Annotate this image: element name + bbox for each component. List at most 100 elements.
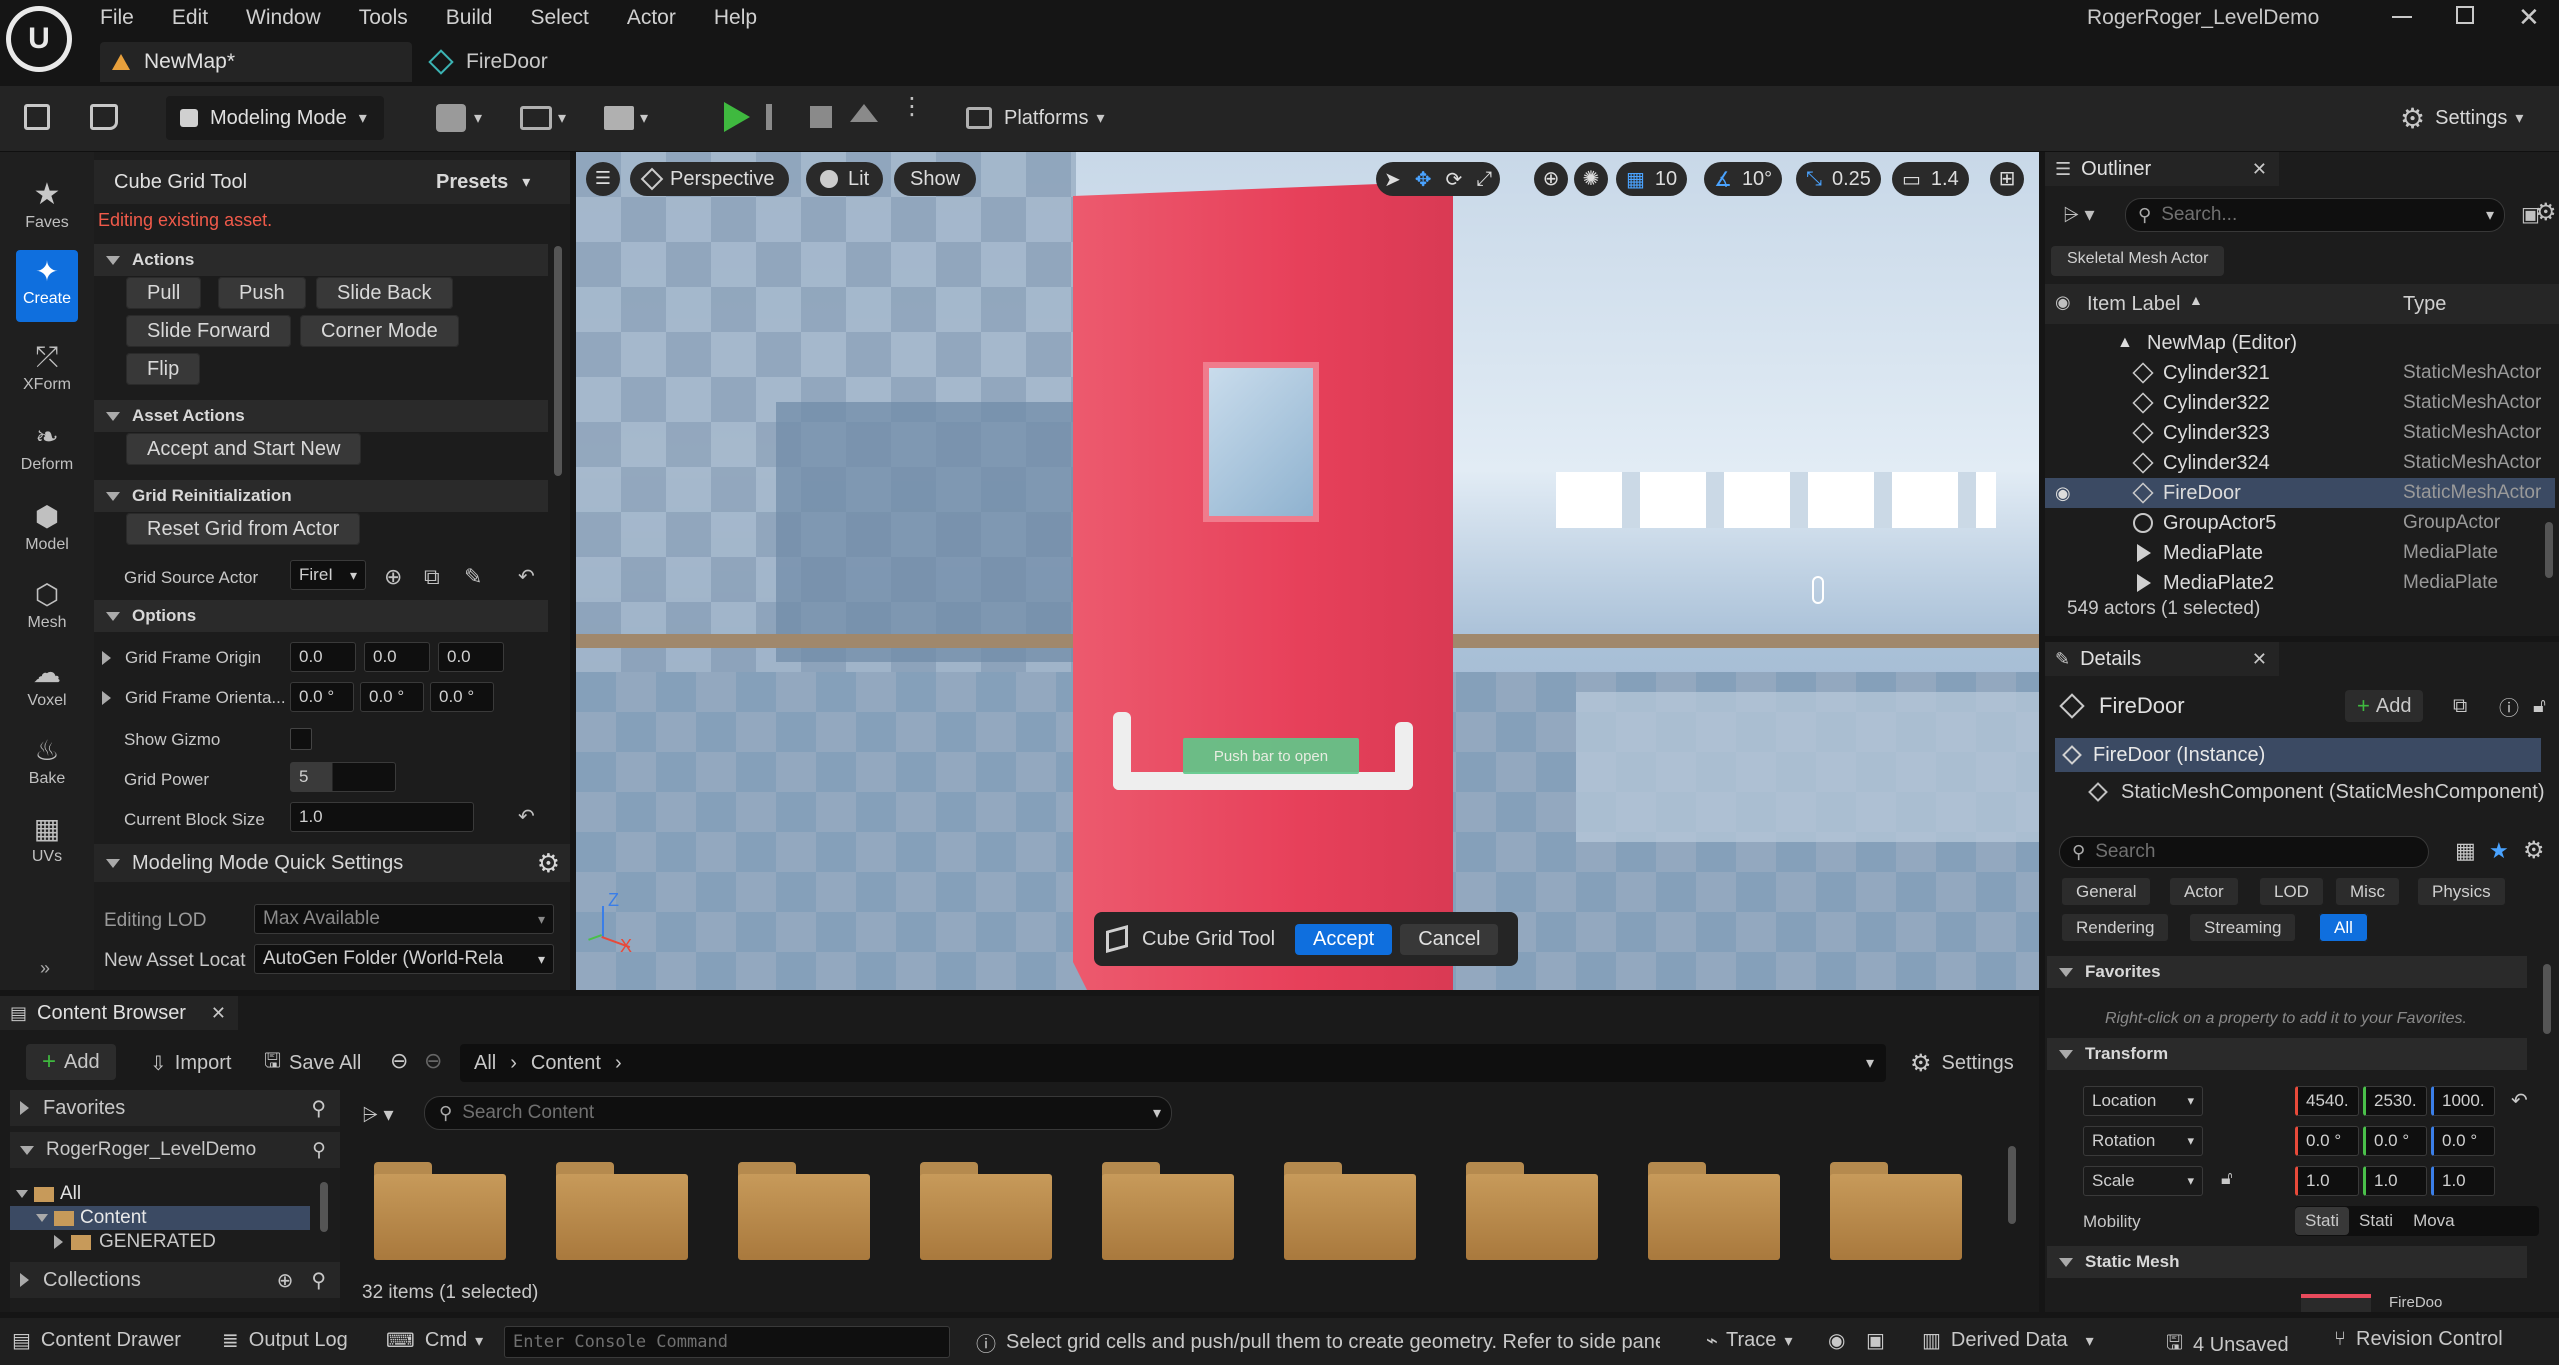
console-input[interactable]: Enter Console Command xyxy=(504,1326,950,1358)
sources-collections[interactable]: Collections ⊕ ⚲ xyxy=(10,1262,340,1298)
derived-data-dropdown[interactable]: ▥ Derived Data ▾ xyxy=(1922,1328,2094,1353)
presets-button[interactable]: Presets ▾ xyxy=(436,171,530,194)
search-icon[interactable]: ⚲ xyxy=(312,1139,326,1162)
menu-file[interactable]: File xyxy=(100,6,134,30)
section-favorites[interactable]: Favorites xyxy=(2047,956,2527,988)
outliner-row[interactable]: ◉ FireDoor StaticMeshActor xyxy=(2045,478,2555,508)
path-all[interactable]: All xyxy=(474,1052,496,1075)
mobility-movable[interactable]: Mova xyxy=(2403,1207,2465,1235)
platforms-button[interactable]: Platforms ▾ xyxy=(966,98,1105,138)
mode-dropdown[interactable]: Modeling Mode ▾ xyxy=(166,96,384,140)
help-icon[interactable]: ⓘ xyxy=(2499,692,2519,721)
accept-start-new-button[interactable]: Accept and Start New xyxy=(126,433,362,465)
accept-button[interactable]: Accept xyxy=(1295,923,1393,955)
outliner-scrollbar[interactable] xyxy=(2545,522,2553,578)
step-icon[interactable] xyxy=(766,104,788,130)
menu-help[interactable]: Help xyxy=(714,6,757,30)
scale-snap-toggle[interactable]: ⤡ 0.25 xyxy=(1796,162,1881,196)
slide-back-button[interactable]: Slide Back xyxy=(316,277,453,309)
show-gizmo-checkbox[interactable] xyxy=(290,728,312,750)
scale-x[interactable]: 1.0 xyxy=(2295,1166,2359,1196)
play-options-icon[interactable]: ⋮ xyxy=(900,95,924,119)
palette-create[interactable]: ✦ Create xyxy=(16,250,78,322)
menu-build[interactable]: Build xyxy=(446,6,493,30)
reset-grid-button[interactable]: Reset Grid from Actor xyxy=(126,513,361,545)
pull-button[interactable]: Pull xyxy=(126,277,202,309)
filter-tab-misc[interactable]: Misc xyxy=(2335,877,2400,906)
restore-button[interactable] xyxy=(2456,6,2474,24)
blueprint-icon[interactable] xyxy=(520,106,552,130)
revision-control-dropdown[interactable]: ⑂ Revision Control xyxy=(2334,1328,2503,1351)
location-z[interactable]: 1000. xyxy=(2431,1086,2495,1116)
filter-tab-actor[interactable]: Actor xyxy=(2169,877,2239,906)
visibility-icon[interactable]: ◉ xyxy=(2055,483,2071,504)
grid-source-dropdown[interactable]: FireI ▾ xyxy=(290,560,366,590)
cinematics-chevron-icon[interactable]: ▾ xyxy=(640,108,648,128)
static-mesh-thumbnail[interactable] xyxy=(2301,1294,2371,1312)
select-icon[interactable]: ➤ xyxy=(1384,167,1401,192)
show-button[interactable]: Show xyxy=(894,162,977,196)
world-space-icon[interactable]: ⊕ xyxy=(1534,162,1568,196)
close-tab-icon[interactable]: ✕ xyxy=(211,1003,226,1024)
add-actor-icon[interactable] xyxy=(436,104,466,132)
rotation-dropdown[interactable]: Rotation ▾ xyxy=(2083,1126,2203,1156)
reset-icon[interactable]: ↶ xyxy=(518,564,535,589)
palette-model[interactable]: ⬢ Model xyxy=(0,502,94,554)
grid-orient-y[interactable]: 0.0 ° xyxy=(360,682,424,712)
folder-icon[interactable] xyxy=(1648,1162,1780,1260)
location-x[interactable]: 4540. xyxy=(2295,1086,2359,1116)
menu-edit[interactable]: Edit xyxy=(172,6,208,30)
component-row[interactable]: StaticMeshComponent (StaticMeshComponent… xyxy=(2085,776,2555,808)
outliner-row[interactable]: Cylinder324 StaticMeshActor xyxy=(2045,448,2555,478)
tab-firedoor[interactable]: FireDoor xyxy=(424,42,664,82)
palette-mesh[interactable]: ⬡ Mesh xyxy=(0,580,94,632)
rotate-icon[interactable]: ⟳ xyxy=(1446,167,1463,192)
reset-icon[interactable]: ↶ xyxy=(518,804,535,829)
menu-window[interactable]: Window xyxy=(246,6,321,30)
trace-dropdown[interactable]: ⌁ Trace ▾ xyxy=(1706,1328,1792,1353)
outliner-row[interactable]: Cylinder323 StaticMeshActor xyxy=(2045,418,2555,448)
outliner-filter-icon[interactable]: ⩥ ▾ xyxy=(2063,202,2095,227)
outliner-root[interactable]: ▲ NewMap (Editor) xyxy=(2045,328,2555,358)
browse-level-icon[interactable] xyxy=(90,104,118,130)
details-tab[interactable]: ✎ Details ✕ xyxy=(2045,642,2279,676)
expand-palette-icon[interactable]: » xyxy=(40,958,50,979)
outliner-row[interactable]: Cylinder321 StaticMeshActor xyxy=(2045,358,2555,388)
location-y[interactable]: 2530. xyxy=(2363,1086,2427,1116)
history-back-icon[interactable]: ⊖ xyxy=(390,1048,408,1074)
lit-button[interactable]: Lit xyxy=(806,162,884,196)
perspective-button[interactable]: Perspective xyxy=(630,162,789,196)
tree-all[interactable]: All xyxy=(16,1182,81,1206)
cmd-dropdown[interactable]: ⌨ Cmd ▾ xyxy=(386,1328,483,1353)
grid-orient-z[interactable]: 0.0 ° xyxy=(430,682,494,712)
translate-icon[interactable]: ✥ xyxy=(1415,167,1432,192)
menu-select[interactable]: Select xyxy=(530,6,588,30)
section-grid-reinit[interactable]: Grid Reinitialization xyxy=(94,480,548,512)
outliner-row[interactable]: Cylinder322 StaticMeshActor xyxy=(2045,388,2555,418)
grid-origin-z[interactable]: 0.0 xyxy=(438,642,504,672)
grid-origin-y[interactable]: 0.0 xyxy=(364,642,430,672)
history-forward-icon[interactable]: ⊖ xyxy=(424,1048,442,1074)
use-selected-icon[interactable]: ⊕ xyxy=(384,564,402,590)
scale-z[interactable]: 1.0 xyxy=(2431,1166,2495,1196)
scrollbar[interactable] xyxy=(554,246,562,476)
search-icon[interactable]: ⚲ xyxy=(311,1268,326,1293)
tree-scrollbar[interactable] xyxy=(320,1182,328,1232)
content-browser-tab[interactable]: ▤ Content Browser ✕ xyxy=(0,996,238,1030)
section-quick-settings[interactable]: Modeling Mode Quick Settings ⚙ xyxy=(94,844,570,882)
cancel-button[interactable]: Cancel xyxy=(1400,923,1499,955)
rotation-x[interactable]: 0.0 ° xyxy=(2295,1126,2359,1156)
palette-uvs[interactable]: ▦ UVs xyxy=(0,814,94,866)
rotation-y[interactable]: 0.0 ° xyxy=(2363,1126,2427,1156)
viewport-layout-icon[interactable]: ⊞ xyxy=(1990,162,2024,196)
cinematics-icon[interactable] xyxy=(604,106,634,130)
browse-actor-icon[interactable]: ⧉ xyxy=(424,564,440,590)
asset-scrollbar[interactable] xyxy=(2008,1146,2016,1224)
unsaved-button[interactable]: 🖫︎ 4 Unsaved xyxy=(2166,1328,2289,1362)
stop-icon[interactable] xyxy=(810,106,832,128)
grid-power-slider[interactable]: 5 xyxy=(290,762,396,792)
folder-icon[interactable] xyxy=(920,1162,1052,1260)
instance-row[interactable]: FireDoor (Instance) xyxy=(2055,738,2541,772)
rotation-z[interactable]: 0.0 ° xyxy=(2431,1126,2495,1156)
close-window-button[interactable]: ✕ xyxy=(2518,2,2540,33)
